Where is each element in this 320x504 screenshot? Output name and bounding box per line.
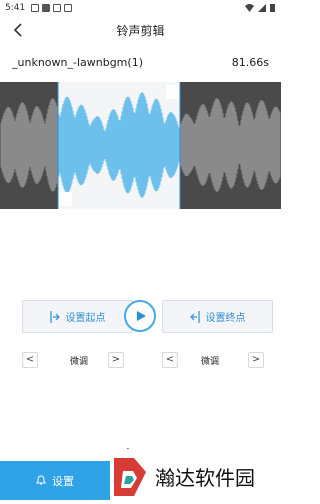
file-duration: 81.66s xyxy=(231,56,269,69)
end-marker-icon xyxy=(189,310,200,323)
file-name: _unknown_-lawnbgm(1) xyxy=(12,56,143,69)
fine-start-prev-button[interactable]: < xyxy=(22,352,38,368)
end-handle[interactable] xyxy=(166,85,180,99)
set-end-label: 设置终点 xyxy=(205,313,246,324)
fine-end-next-button[interactable]: > xyxy=(248,352,264,368)
start-marker-icon xyxy=(49,310,60,323)
set-start-button[interactable]: 设置起点 xyxy=(22,300,133,333)
file-info: _unknown_-lawnbgm(1) 81.66s xyxy=(12,56,269,69)
fine-start-label: 微调 xyxy=(69,357,88,367)
watermark: 瀚达软件园 xyxy=(106,399,281,500)
set-ringtone-button[interactable]: 设置 xyxy=(0,461,110,500)
signal-icon xyxy=(258,3,266,12)
header: 铃声剪辑 xyxy=(0,16,281,44)
set-end-button[interactable]: 设置终点 xyxy=(162,300,273,333)
play-icon xyxy=(137,311,146,321)
page-title: 铃声剪辑 xyxy=(116,24,165,38)
fine-start-next-button[interactable]: > xyxy=(108,352,124,368)
notification-icons xyxy=(31,4,72,12)
status-time: 5:41 xyxy=(5,3,26,13)
start-handle[interactable] xyxy=(58,192,72,206)
wifi-icon xyxy=(245,3,254,12)
fine-end-prev-button[interactable]: < xyxy=(162,352,178,368)
status-bar: 5:41 xyxy=(0,0,281,16)
system-icons xyxy=(245,3,275,12)
waveform-editor[interactable] xyxy=(0,82,281,209)
watermark-text: 瀚达软件园 xyxy=(155,466,255,490)
battery-icon xyxy=(270,4,275,12)
set-start-label: 设置起点 xyxy=(65,313,106,324)
fine-end-label: 微调 xyxy=(200,357,219,367)
play-button[interactable] xyxy=(124,300,156,332)
bell-icon xyxy=(36,475,46,485)
set-ringtone-label: 设置 xyxy=(52,474,74,488)
